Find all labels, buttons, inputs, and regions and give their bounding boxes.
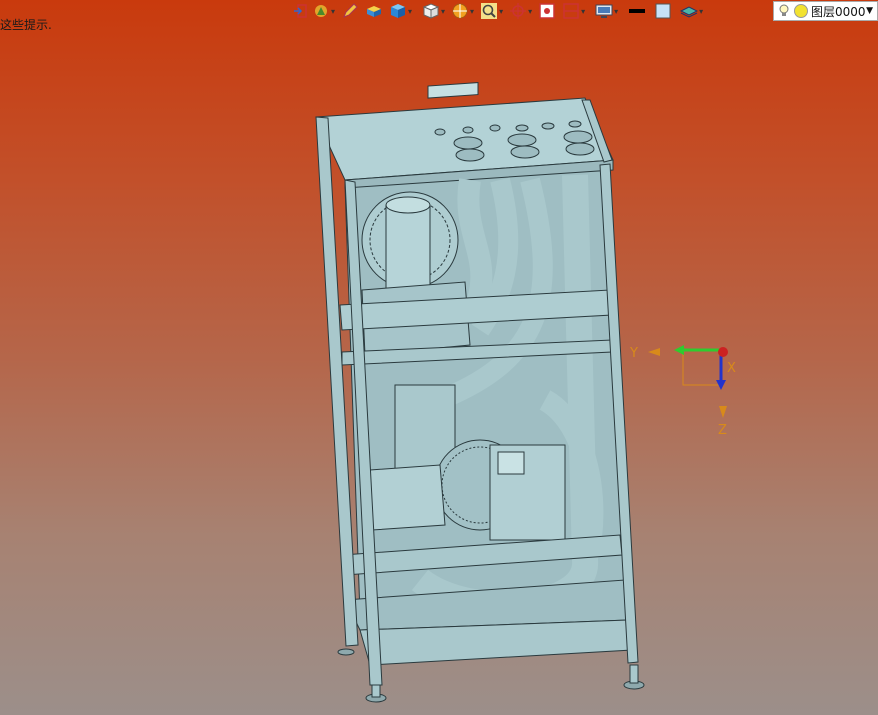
- x-axis-label: X: [727, 361, 736, 376]
- x-axis-origin: [718, 347, 728, 357]
- 3d-viewport[interactable]: Y X Z: [0, 0, 878, 715]
- axis-triad: Y X Z: [629, 345, 736, 438]
- z-axis-label: Z: [718, 423, 727, 438]
- y-axis-label: Y: [629, 346, 638, 361]
- cabinet-model: [315, 82, 645, 703]
